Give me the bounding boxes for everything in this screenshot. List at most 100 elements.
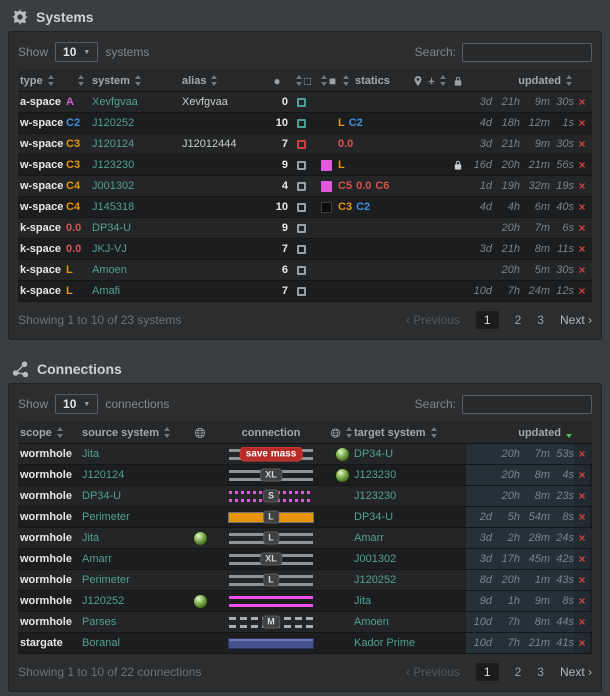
- table-row[interactable]: wormhole Parses M Amoen 10d7h8m44s ×: [18, 612, 592, 633]
- connection-bar[interactable]: S: [229, 489, 313, 504]
- table-row[interactable]: w-space C3 J120124 J12012444 7 0.0 3d21h…: [18, 134, 592, 155]
- sort-icon[interactable]: [346, 427, 354, 438]
- sort-icon[interactable]: [566, 75, 574, 86]
- delete-button[interactable]: ×: [574, 570, 590, 590]
- table-row[interactable]: stargate Boranal Kador Prime 10d7h21m41s…: [18, 633, 592, 654]
- connection-bar[interactable]: [229, 636, 313, 651]
- source-system-link[interactable]: DP34-U: [82, 490, 188, 502]
- delete-button[interactable]: ×: [574, 116, 590, 130]
- status-square[interactable]: [288, 161, 314, 170]
- connection-bar[interactable]: save mass: [229, 447, 313, 462]
- sort-icon[interactable]: [440, 75, 448, 86]
- delete-button[interactable]: ×: [574, 444, 590, 464]
- status-square[interactable]: [288, 224, 314, 233]
- delete-button[interactable]: ×: [574, 179, 590, 193]
- table-row[interactable]: k-space 0.0 JKJ-VJ 7 3d21h8m11s ×: [18, 239, 592, 260]
- connection-bar[interactable]: L: [229, 573, 313, 588]
- status-square[interactable]: [288, 245, 314, 254]
- target-system-link[interactable]: Amarr: [354, 532, 466, 544]
- delete-button[interactable]: ×: [574, 137, 590, 151]
- table-row[interactable]: w-space C2 J120252 10 LC2 4d18h12m1s ×: [18, 113, 592, 134]
- system-link[interactable]: JKJ-VJ: [92, 243, 182, 255]
- sort-icon[interactable]: [343, 75, 351, 86]
- previous-button[interactable]: ‹ Previous: [406, 313, 460, 327]
- target-system-link[interactable]: J123230: [354, 490, 466, 502]
- delete-button[interactable]: ×: [574, 465, 590, 485]
- system-link[interactable]: J001302: [92, 180, 182, 192]
- source-system-link[interactable]: Jita: [82, 532, 188, 544]
- table-row[interactable]: w-space C4 J145318 10 C3C2 4d4h6m40s ×: [18, 197, 592, 218]
- source-system-link[interactable]: Boranal: [82, 637, 188, 649]
- source-system-link[interactable]: Perimeter: [82, 511, 188, 523]
- sort-icon[interactable]: [164, 427, 172, 438]
- source-system-link[interactable]: Jita: [82, 448, 188, 460]
- delete-button[interactable]: ×: [574, 242, 590, 256]
- delete-button[interactable]: ×: [574, 284, 590, 298]
- target-system-link[interactable]: J001302: [354, 553, 466, 565]
- source-system-link[interactable]: J120252: [82, 595, 188, 607]
- target-system-link[interactable]: J120252: [354, 574, 466, 586]
- table-row[interactable]: wormhole J120124 XL J123230 20h8m4s ×: [18, 465, 592, 486]
- target-system-link[interactable]: DP34-U: [354, 448, 466, 460]
- delete-button[interactable]: ×: [574, 612, 590, 632]
- delete-button[interactable]: ×: [574, 263, 590, 277]
- table-row[interactable]: wormhole Perimeter L DP34-U 2d5h54m8s ×: [18, 507, 592, 528]
- sort-icon[interactable]: [78, 75, 86, 86]
- delete-button[interactable]: ×: [574, 528, 590, 548]
- target-system-link[interactable]: J123230: [354, 469, 466, 481]
- connection-bar[interactable]: XL: [229, 552, 313, 567]
- delete-button[interactable]: ×: [574, 158, 590, 172]
- search-input[interactable]: [462, 395, 592, 414]
- next-button[interactable]: Next ›: [560, 313, 592, 327]
- system-link[interactable]: J120124: [92, 138, 182, 150]
- sort-icon[interactable]: [135, 75, 143, 86]
- system-link[interactable]: Xevfgvaa: [92, 96, 182, 108]
- connection-bar[interactable]: L: [229, 510, 313, 525]
- status-square[interactable]: [288, 287, 314, 296]
- system-link[interactable]: J145318: [92, 201, 182, 213]
- status-square[interactable]: [288, 182, 314, 191]
- status-square[interactable]: [288, 98, 314, 107]
- sort-icon[interactable]: [296, 75, 304, 86]
- target-system-link[interactable]: Kador Prime: [354, 637, 466, 649]
- status-square[interactable]: [288, 119, 314, 128]
- status-square[interactable]: [288, 266, 314, 275]
- previous-button[interactable]: ‹ Previous: [406, 665, 460, 679]
- source-system-link[interactable]: Amarr: [82, 553, 188, 565]
- table-row[interactable]: wormhole Amarr XL J001302 3d17h45m42s ×: [18, 549, 592, 570]
- table-row[interactable]: a-space A Xevfgvaa Xevfgvaa 0 3d21h9m30s…: [18, 92, 592, 113]
- system-link[interactable]: J120252: [92, 117, 182, 129]
- status-square[interactable]: [288, 203, 314, 212]
- delete-button[interactable]: ×: [574, 507, 590, 527]
- connection-bar[interactable]: [229, 594, 313, 609]
- table-row[interactable]: w-space C4 J001302 4 C50.0C6 1d19h32m19s…: [18, 176, 592, 197]
- table-row[interactable]: wormhole Perimeter L J120252 8d20h1m43s …: [18, 570, 592, 591]
- system-link[interactable]: J123230: [92, 159, 182, 171]
- page-button-2[interactable]: 2: [515, 313, 522, 327]
- table-row[interactable]: wormhole J120252 Jita 9d1h9m8s ×: [18, 591, 592, 612]
- table-row[interactable]: k-space L Amoen 6 20h5m30s ×: [18, 260, 592, 281]
- target-system-link[interactable]: Amoen: [354, 616, 466, 628]
- source-system-link[interactable]: J120124: [82, 469, 188, 481]
- connection-bar[interactable]: XL: [229, 468, 313, 483]
- system-link[interactable]: Amafi: [92, 285, 182, 297]
- sort-icon[interactable]: [211, 75, 219, 86]
- page-size-select[interactable]: 10: [55, 42, 98, 62]
- delete-button[interactable]: ×: [574, 486, 590, 506]
- search-input[interactable]: [462, 43, 592, 62]
- page-button-1[interactable]: 1: [476, 311, 499, 329]
- delete-button[interactable]: ×: [574, 200, 590, 214]
- table-row[interactable]: wormhole Jita L Amarr 3d2h28m24s ×: [18, 528, 592, 549]
- page-button-3[interactable]: 3: [537, 313, 544, 327]
- sort-icon[interactable]: [321, 75, 329, 86]
- target-system-link[interactable]: Jita: [354, 595, 466, 607]
- sort-desc-icon[interactable]: [566, 427, 574, 438]
- delete-button[interactable]: ×: [574, 221, 590, 235]
- target-system-link[interactable]: DP34-U: [354, 511, 466, 523]
- system-link[interactable]: DP34-U: [92, 222, 182, 234]
- table-row[interactable]: k-space 0.0 DP34-U 9 20h7m6s ×: [18, 218, 592, 239]
- sort-icon[interactable]: [431, 427, 439, 438]
- table-row[interactable]: wormhole DP34-U S J123230 20h8m23s ×: [18, 486, 592, 507]
- page-size-select[interactable]: 10: [55, 394, 98, 414]
- source-system-link[interactable]: Perimeter: [82, 574, 188, 586]
